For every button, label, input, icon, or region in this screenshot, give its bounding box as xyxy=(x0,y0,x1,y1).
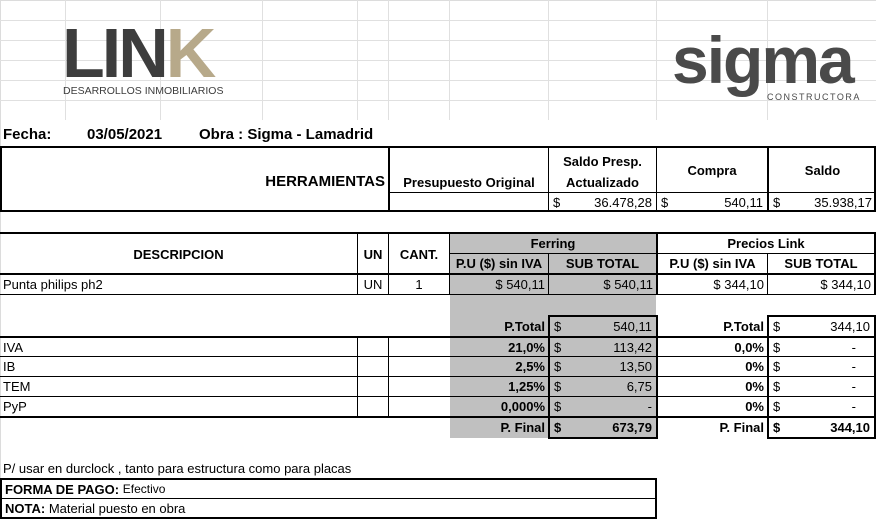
link-tax-value-cell: $ - xyxy=(773,379,856,394)
compra-value: 540,11 xyxy=(724,195,763,210)
item-ferring-pu: $ 540,11 xyxy=(495,277,545,292)
link-tax-value-cell: $ - xyxy=(773,399,856,414)
link-tax-pct: 0% xyxy=(745,379,764,394)
tax-row-label: IVA xyxy=(3,340,23,355)
ferring-subtotal-header: SUB TOTAL xyxy=(565,256,640,271)
ferring-tax-pct: 21,0% xyxy=(508,340,545,355)
sigma-logo-subtitle: CONSTRUCTORA xyxy=(767,92,861,102)
link-tax-value-cell: $ - xyxy=(773,359,856,374)
ferring-pfinal-label: P. Final xyxy=(500,420,545,435)
saldo-value: 35.938,17 xyxy=(814,195,872,210)
link-pfinal-label: P. Final xyxy=(719,420,764,435)
item-ferring-subtotal: $ 540,11 xyxy=(603,277,653,292)
link-tax-pct: 0% xyxy=(745,399,764,414)
link-pfinal-value: 344,10 xyxy=(830,420,870,435)
ferring-tax-value-cell: $13,50 xyxy=(554,359,652,374)
saldo-presp-header-2: Actualizado xyxy=(566,174,639,190)
ferring-tax-value: - xyxy=(647,399,652,414)
ferring-tax-value-cell: $ - xyxy=(554,399,652,414)
ferring-ptotal-value: 540,11 xyxy=(613,319,652,334)
forma-pago-value: Efectivo xyxy=(122,482,166,496)
item-un: UN xyxy=(363,277,383,292)
un-header: UN xyxy=(363,246,383,262)
ferring-tax-pct: 2,5% xyxy=(515,359,545,374)
ferring-tax-pct: 1,25% xyxy=(508,379,545,394)
link-tax-value: - xyxy=(851,340,856,355)
tax-row-label: TEM xyxy=(3,379,31,394)
ferring-pu-header: P.U ($) sin IVA xyxy=(455,256,543,271)
ferring-pfinal-cell: $673,79 xyxy=(554,420,652,435)
saldo-presp-header-1: Saldo Presp. xyxy=(563,153,642,169)
link-tax-value-cell: $ - xyxy=(773,340,856,355)
saldo-presp-value-cell: $36.478,28 xyxy=(553,195,652,210)
nota-value: Material puesto en obra xyxy=(48,500,186,516)
link-logo-subtitle: DESARROLLOS INMOBILIARIOS xyxy=(63,85,224,97)
fecha-value: 03/05/2021 xyxy=(87,125,163,143)
compra-header: Compra xyxy=(687,162,737,178)
ferring-tax-value-cell: $6,75 xyxy=(554,379,652,394)
ferring-ptotal-cell: $540,11 xyxy=(554,319,652,334)
note-usage: P/ usar en durclock , tanto para estruct… xyxy=(3,461,352,476)
link-logo: LINK DESARROLLOS INMOBILIARIOS xyxy=(62,18,232,100)
link-tax-pct: 0% xyxy=(745,359,764,374)
item-link-subtotal: $ 344,10 xyxy=(820,277,871,292)
item-description: Punta philips ph2 xyxy=(3,277,103,292)
ferring-tax-value-cell: $113,42 xyxy=(554,340,652,355)
ferring-pfinal-value: 673,79 xyxy=(612,420,652,435)
descripcion-header: DESCRIPCION xyxy=(133,246,224,262)
fecha-label: Fecha: xyxy=(3,125,52,143)
link-pfinal-cell: $344,10 xyxy=(773,420,870,435)
nota-row: NOTA: Material puesto en obra xyxy=(2,499,652,517)
saldo-value-cell: $35.938,17 xyxy=(773,195,872,210)
link-ptotal-label: P.Total xyxy=(723,319,764,334)
ferring-ptotal-label: P.Total xyxy=(504,319,545,334)
link-logo-k: K xyxy=(165,14,217,92)
link-tax-value: - xyxy=(851,359,856,374)
sigma-logo-word: sigma xyxy=(672,23,855,97)
ferring-tax-pct: 0,000% xyxy=(500,399,545,414)
ferring-tax-value: 13,50 xyxy=(619,359,652,374)
tax-row-label: PyP xyxy=(3,399,27,414)
tax-row-label: IB xyxy=(3,359,16,374)
ferring-tax-value: 113,42 xyxy=(613,340,652,355)
saldo-presp-value: 36.478,28 xyxy=(594,195,652,210)
link-pu-header: P.U ($) sin IVA xyxy=(669,256,756,271)
forma-pago-row: FORMA DE PAGO: Efectivo xyxy=(2,480,652,498)
link-tax-value: - xyxy=(851,379,856,394)
herramientas-label: HERRAMIENTAS xyxy=(265,172,385,190)
saldo-header: Saldo xyxy=(804,162,841,178)
link-ptotal-cell: $344,10 xyxy=(773,319,870,334)
ferring-tax-value: 6,75 xyxy=(626,379,652,394)
presupuesto-original-header: Presupuesto Original xyxy=(403,174,535,190)
nota-label: NOTA: xyxy=(5,500,46,516)
precios-link-header: Precios Link xyxy=(727,236,805,251)
link-ptotal-value: 344,10 xyxy=(830,319,870,334)
link-tax-value: - xyxy=(851,399,856,414)
item-link-pu: $ 344,10 xyxy=(713,277,764,292)
obra-label: Obra : Sigma - Lamadrid xyxy=(199,125,374,143)
sigma-logo: sigma CONSTRUCTORA xyxy=(672,23,867,110)
compra-value-cell: $540,11 xyxy=(661,195,763,210)
link-tax-pct: 0,0% xyxy=(734,340,764,355)
forma-pago-label: FORMA DE PAGO: xyxy=(5,481,120,497)
cant-header: CANT. xyxy=(399,246,439,262)
link-subtotal-header: SUB TOTAL xyxy=(784,256,858,271)
ferring-header: Ferring xyxy=(530,236,576,251)
link-logo-word: LIN xyxy=(62,14,169,92)
item-cant: 1 xyxy=(415,277,423,292)
